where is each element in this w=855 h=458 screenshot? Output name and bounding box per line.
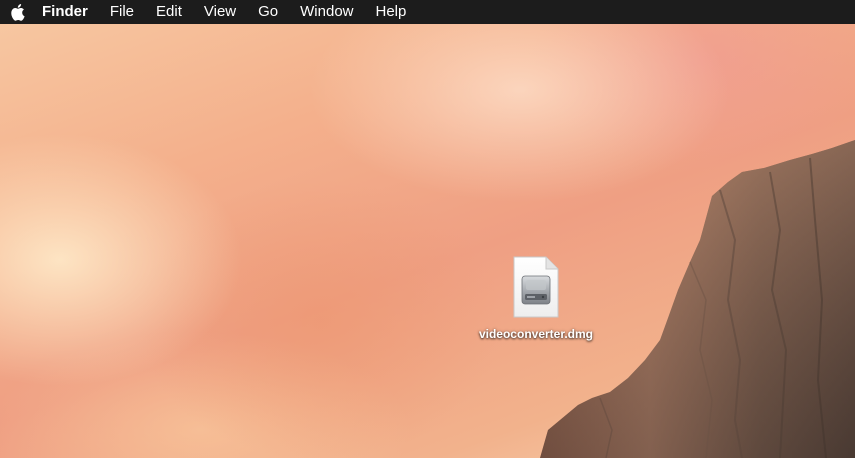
desktop[interactable]: Finder File Edit View Go Window Help vid… — [0, 0, 855, 458]
menu-window[interactable]: Window — [289, 0, 364, 24]
menu-go[interactable]: Go — [247, 0, 289, 24]
menu-view[interactable]: View — [193, 0, 247, 24]
disk-image-file-icon[interactable] — [512, 256, 560, 318]
menu-help[interactable]: Help — [365, 0, 418, 24]
menu-bar: Finder File Edit View Go Window Help — [0, 0, 855, 24]
cliff-rock-wallpaper — [540, 140, 855, 458]
menu-file[interactable]: File — [99, 0, 145, 24]
menu-finder[interactable]: Finder — [38, 0, 99, 24]
desktop-file-label[interactable]: videoconverter.dmg — [478, 326, 594, 342]
desktop-file-videoconverter[interactable]: videoconverter.dmg — [478, 256, 594, 342]
apple-logo-icon[interactable] — [6, 1, 28, 23]
menu-edit[interactable]: Edit — [145, 0, 193, 24]
